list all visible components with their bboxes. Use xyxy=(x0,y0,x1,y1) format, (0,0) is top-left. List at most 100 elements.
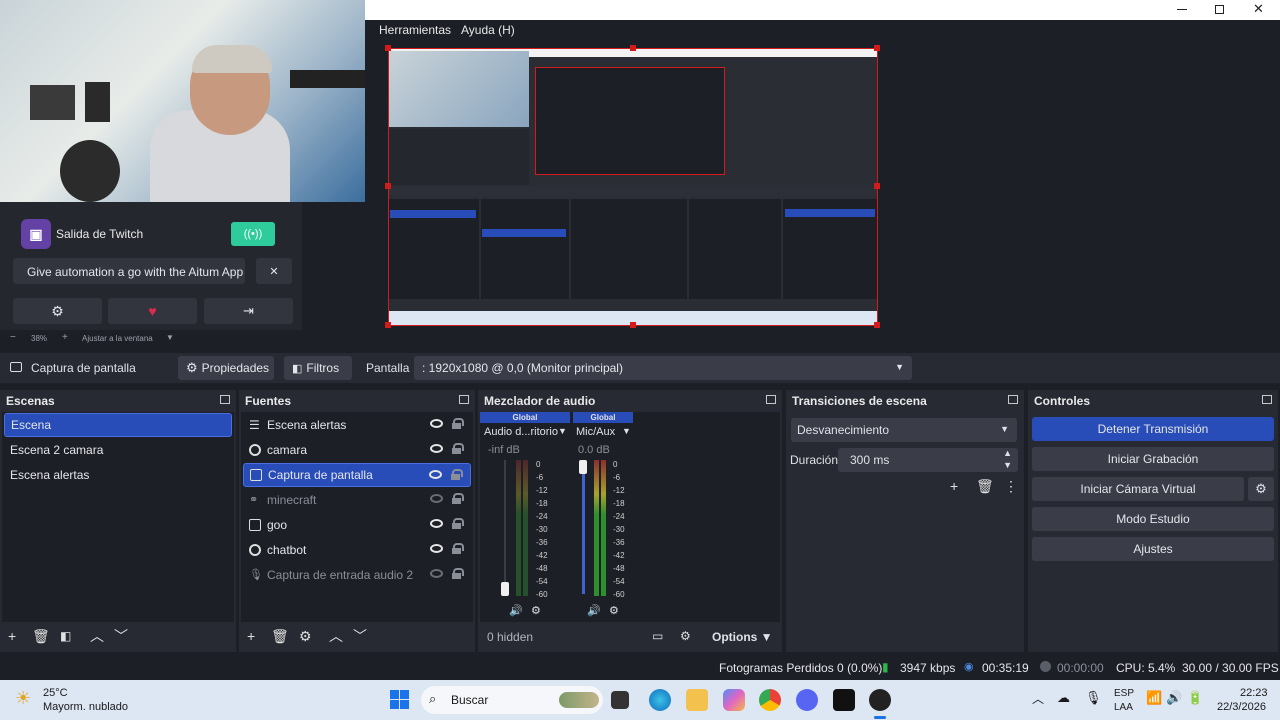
aitum-banner[interactable]: Give automation a go with the Aitum App xyxy=(13,258,245,284)
zoom-in-button[interactable]: + xyxy=(62,332,68,343)
lock-icon[interactable] xyxy=(452,543,464,554)
program-preview[interactable] xyxy=(385,45,880,328)
float-icon[interactable] xyxy=(1262,395,1272,404)
more-icon[interactable]: ⋮ xyxy=(1004,478,1018,494)
source-item[interactable]: Captura de pantalla xyxy=(243,463,471,487)
visibility-off-icon[interactable] xyxy=(430,569,443,578)
transition-select[interactable]: Desvanecimiento ▼ xyxy=(791,418,1017,442)
twitch-share-button[interactable]: ⇥ xyxy=(204,298,293,324)
gear-icon[interactable]: ⚙ xyxy=(299,628,312,644)
lock-icon[interactable] xyxy=(451,469,463,480)
live-status-button[interactable]: ((•)) xyxy=(231,222,275,246)
source-item[interactable]: chatbot xyxy=(243,538,471,562)
channel-settings-icon[interactable]: ⚙ xyxy=(531,604,541,617)
capcut-icon[interactable] xyxy=(833,689,855,711)
source-item[interactable]: camara xyxy=(243,438,471,462)
start-button[interactable] xyxy=(390,690,409,709)
battery-icon[interactable]: 🔋 xyxy=(1187,690,1203,706)
float-icon[interactable] xyxy=(766,395,776,404)
scene-item[interactable]: Escena xyxy=(4,413,232,437)
lock-icon[interactable] xyxy=(452,443,464,454)
chevron-up-icon[interactable]: ︿ xyxy=(90,628,104,644)
maximize-icon[interactable] xyxy=(1215,5,1224,14)
chrome-icon[interactable] xyxy=(759,689,781,711)
mute-icon[interactable]: 🔊 xyxy=(509,604,523,617)
clock-time[interactable]: 22:23 xyxy=(1240,687,1268,699)
wifi-icon[interactable]: 📶 xyxy=(1146,690,1162,706)
start-recording-button[interactable]: Iniciar Grabación xyxy=(1032,447,1274,471)
trash-icon[interactable]: 🗑 xyxy=(271,628,289,644)
layout-icon[interactable]: ▭ xyxy=(652,628,663,644)
source-item[interactable]: goo xyxy=(243,513,471,537)
filter-icon[interactable]: ◧ xyxy=(60,628,71,644)
twitch-heart-button[interactable]: ♥ xyxy=(108,298,197,324)
scene-item[interactable]: Escena alertas xyxy=(4,463,232,487)
file-explorer-icon[interactable] xyxy=(686,689,708,711)
display-select[interactable]: : 1920x1080 @ 0,0 (Monitor principal) ▼ xyxy=(414,356,912,380)
banner-close-button[interactable]: ✕ xyxy=(256,258,292,284)
visibility-icon[interactable] xyxy=(430,419,443,428)
visibility-off-icon[interactable] xyxy=(430,494,443,503)
scene-item[interactable]: Escena 2 camara xyxy=(4,438,232,462)
chevron-up-icon[interactable]: ︿ xyxy=(1032,690,1044,707)
volume-slider[interactable] xyxy=(582,460,585,594)
chevron-down-icon[interactable]: ﹀ xyxy=(114,628,128,644)
obs-icon[interactable] xyxy=(869,689,891,711)
trash-icon[interactable]: 🗑 xyxy=(976,478,994,494)
minimize-icon[interactable] xyxy=(1177,9,1187,10)
chevron-down-icon[interactable]: ﹀ xyxy=(353,628,367,644)
virtual-camera-settings-button[interactable]: ⚙ xyxy=(1248,477,1274,501)
lock-icon[interactable] xyxy=(452,493,464,504)
settings-button[interactable]: Ajustes xyxy=(1032,537,1274,561)
zoom-fit-label[interactable]: Ajustar a la ventana xyxy=(82,334,153,343)
visibility-icon[interactable] xyxy=(430,544,443,553)
add-icon[interactable]: + xyxy=(950,478,958,494)
visibility-icon[interactable] xyxy=(430,519,443,528)
discord-icon[interactable] xyxy=(796,689,818,711)
source-item[interactable]: ⚭ minecraft xyxy=(243,488,471,512)
duration-input[interactable]: 300 ms ▲ ▼ xyxy=(838,448,1018,472)
studio-mode-button[interactable]: Modo Estudio xyxy=(1032,507,1274,531)
volume-fader-handle[interactable] xyxy=(501,582,509,596)
float-icon[interactable] xyxy=(220,395,230,404)
trash-icon[interactable]: 🗑 xyxy=(32,628,50,644)
language-primary[interactable]: ESP xyxy=(1114,688,1134,699)
network-tray-icon[interactable]: ☁ xyxy=(1057,690,1070,706)
lock-icon[interactable] xyxy=(452,518,464,529)
source-item[interactable]: 🎙 Captura de entrada audio 2 xyxy=(243,563,471,587)
microphone-icon[interactable]: 🎙 xyxy=(1085,690,1102,706)
chevron-up-icon[interactable]: ▲ xyxy=(1003,448,1012,458)
chevron-down-icon[interactable]: ▼ xyxy=(166,333,174,342)
stop-streaming-button[interactable]: Detener Transmisión xyxy=(1032,417,1274,441)
visibility-icon[interactable] xyxy=(430,444,443,453)
float-icon[interactable] xyxy=(1008,395,1018,404)
twitch-settings-button[interactable]: ⚙ xyxy=(13,298,102,324)
visibility-icon[interactable] xyxy=(429,470,442,479)
volume-icon[interactable]: 🔊 xyxy=(1166,690,1182,706)
add-icon[interactable]: + xyxy=(247,628,255,644)
weather-temp[interactable]: 25°C xyxy=(43,687,68,699)
channel-settings-icon[interactable]: ⚙ xyxy=(609,604,619,617)
task-view-icon[interactable] xyxy=(611,691,629,709)
volume-slider[interactable] xyxy=(504,460,506,594)
gear-icon[interactable]: ⚙ xyxy=(680,628,691,644)
chevron-up-icon[interactable]: ︿ xyxy=(329,628,343,644)
edge-icon[interactable] xyxy=(649,689,671,711)
volume-fader-handle[interactable] xyxy=(579,460,587,474)
clock-date[interactable]: 22/3/2026 xyxy=(1217,701,1266,713)
weather-desc[interactable]: Mayorm. nublado xyxy=(43,701,128,713)
language-secondary[interactable]: LAA xyxy=(1114,702,1133,713)
filters-button[interactable]: ◧ Filtros xyxy=(284,356,352,380)
zoom-out-button[interactable]: − xyxy=(10,332,16,343)
float-icon[interactable] xyxy=(459,395,469,404)
search-box[interactable]: ⌕ Buscar xyxy=(421,686,603,714)
mute-icon[interactable]: 🔊 xyxy=(587,604,601,617)
chevron-down-icon[interactable]: ▼ xyxy=(558,426,567,436)
properties-button[interactable]: ⚙ Propiedades xyxy=(178,356,274,380)
close-icon[interactable]: ✕ xyxy=(1253,1,1264,17)
chevron-down-icon[interactable]: ▼ xyxy=(622,426,631,436)
menu-ayuda[interactable]: Ayuda (H) xyxy=(461,23,515,37)
options-button[interactable]: Options ▼ xyxy=(712,630,773,644)
start-virtual-camera-button[interactable]: Iniciar Cámara Virtual xyxy=(1032,477,1244,501)
chevron-down-icon[interactable]: ▼ xyxy=(1003,460,1012,470)
